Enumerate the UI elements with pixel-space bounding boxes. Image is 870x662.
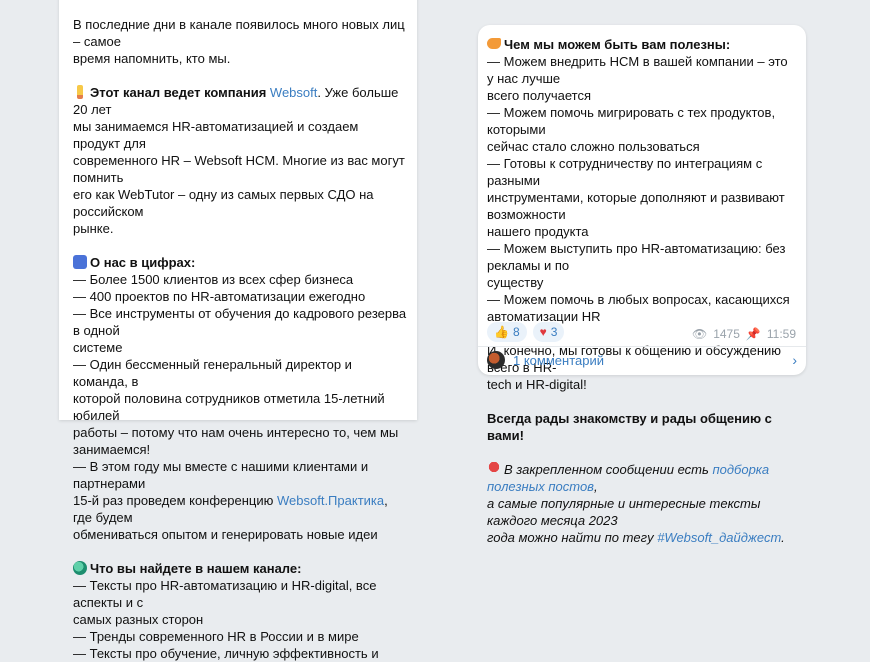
reaction-heart[interactable]: ♥ 3: [532, 322, 565, 342]
post-card-left: В последние дни в канале появилось много…: [59, 0, 417, 661]
find-paragraph: Что вы найдете в нашем канале: — Тексты …: [73, 560, 409, 662]
praktika-link[interactable]: Websoft.Практика: [277, 493, 384, 508]
reaction-thumbs-up[interactable]: 👍 8: [487, 322, 527, 342]
post-body: В последние дни в канале появилось много…: [73, 16, 409, 662]
avatar: [487, 351, 505, 369]
about-title: Этот канал ведет компания: [90, 85, 270, 100]
numbers-paragraph: О нас в цифрах: — Более 1500 клиентов из…: [73, 254, 409, 543]
post-card-right: Чем мы можем быть вам полезны: — Можем в…: [478, 25, 806, 545]
reactions-bar: 👍 8 ♥ 3: [487, 322, 565, 342]
thumbs-up-icon: 👍: [494, 324, 509, 339]
pinned-pre: В закрепленном сообщении есть: [504, 462, 713, 477]
heart-icon: ♥: [539, 324, 547, 339]
numbers-text: — Более 1500 клиентов из всех сфер бизне…: [73, 272, 407, 508]
digest-hashtag[interactable]: #Websoft_дайджест: [657, 530, 781, 545]
globe-icon: [73, 561, 87, 575]
eye-icon: 👁: [691, 327, 708, 341]
find-title: Что вы найдете в нашем канале:: [90, 561, 302, 576]
hand-icon: [487, 38, 501, 49]
pinned-end: .: [781, 530, 785, 545]
comments-button[interactable]: 1 комментарий ›: [487, 349, 797, 371]
post-body-right: Чем мы можем быть вам полезны: — Можем в…: [487, 36, 797, 546]
comments-label: 1 комментарий: [513, 352, 604, 368]
divider: [478, 346, 806, 347]
about-text: . Уже больше 20 лет мы занимаемся HR-авт…: [73, 85, 405, 236]
help-text: — Можем внедрить HCM в вашей компании – …: [487, 54, 790, 324]
help-paragraph: Чем мы можем быть вам полезны: — Можем в…: [487, 36, 797, 325]
about-paragraph: Этот канал ведет компания Websoft. Уже б…: [73, 84, 409, 237]
find-text: — Тексты про HR-автоматизацию и HR-digit…: [73, 578, 379, 661]
welcome-text: Всегда рады знакомству и рады общению с …: [487, 411, 772, 443]
pin-icon: [487, 462, 501, 476]
post-meta: 👁 1475 📌 11:59: [692, 326, 796, 343]
intro-text: В последние дни в канале появилось много…: [73, 17, 405, 66]
websoft-link[interactable]: Websoft: [270, 85, 317, 100]
chevron-right-icon: ›: [792, 351, 797, 368]
chart-icon: [73, 255, 87, 269]
reaction-count: 3: [550, 324, 558, 339]
pencil-icon: [77, 85, 83, 99]
pinned-paragraph: В закрепленном сообщении есть подборка п…: [487, 461, 797, 546]
help-title: Чем мы можем быть вам полезны:: [504, 37, 731, 52]
post-time: 11:59: [766, 327, 796, 341]
numbers-title: О нас в цифрах:: [90, 255, 196, 270]
views-count: 1475: [713, 327, 740, 341]
reaction-count: 8: [512, 324, 520, 339]
pin-meta-icon: 📌: [745, 327, 761, 341]
